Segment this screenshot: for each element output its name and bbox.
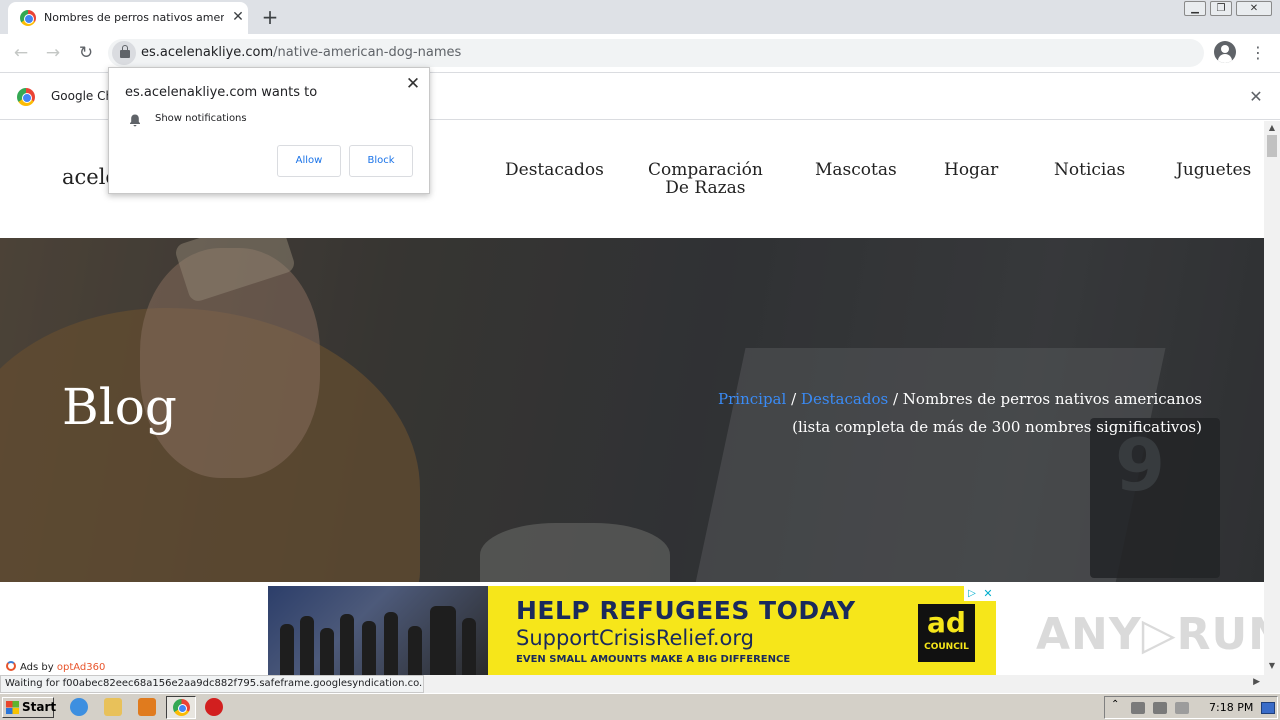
ad-logo-subtext: COUNCIL	[924, 642, 969, 652]
kebab-menu-icon[interactable]: ⋮	[1250, 41, 1266, 65]
media-player-icon[interactable]	[138, 698, 156, 716]
stop-sign-icon[interactable]	[205, 698, 223, 716]
ads-by-brand[interactable]: optAd360	[57, 662, 106, 673]
back-arrow-icon[interactable]: ←	[10, 42, 32, 64]
notification-permission-dialog: es.acelenakliye.com wants to ✕ Show noti…	[108, 67, 430, 194]
taskbar-chrome-button[interactable]	[166, 696, 196, 719]
infobar-close-icon[interactable]: ✕	[1246, 87, 1266, 107]
ad-banner[interactable]: HELP REFUGEES TODAY SupportCrisisRelief.…	[268, 586, 996, 675]
profile-avatar-icon[interactable]	[1214, 41, 1236, 63]
windows-logo-icon	[6, 701, 19, 714]
dialog-close-icon[interactable]: ✕	[403, 74, 423, 94]
action-center-flag-icon[interactable]	[1175, 702, 1189, 714]
tab-close-icon[interactable]: ✕	[230, 9, 246, 25]
ad-url: SupportCrisisRelief.org	[516, 626, 755, 650]
new-tab-button[interactable]: +	[258, 6, 282, 28]
ad-close-icon[interactable]: ✕	[980, 586, 996, 601]
ads-by-label[interactable]: Ads by optAd360	[6, 661, 105, 673]
clock[interactable]: 7:18 PM	[1209, 701, 1253, 714]
chrome-logo-icon	[17, 88, 35, 106]
hero-title: Blog	[62, 378, 177, 436]
block-button[interactable]: Block	[349, 145, 413, 177]
infobar-text: Google Ch	[51, 89, 114, 103]
start-label: Start	[22, 700, 57, 714]
chrome-taskbar-icon	[173, 699, 190, 716]
ad-headline: HELP REFUGEES TODAY	[516, 596, 856, 625]
breadcrumb-home-link[interactable]: Principal	[718, 390, 786, 408]
allow-button[interactable]: Allow	[277, 145, 341, 177]
scroll-down-arrow-icon[interactable]: ▼	[1264, 661, 1280, 673]
optad-logo-icon	[6, 661, 16, 671]
nav-link-comparacion[interactable]: Comparación De Razas	[648, 161, 763, 197]
volume-icon[interactable]	[1131, 702, 1145, 714]
ad-photo-figure	[320, 628, 334, 675]
nav-link-noticias[interactable]: Noticias	[1054, 161, 1125, 179]
permission-show-notifications: Show notifications	[155, 113, 247, 124]
hero-banner: 9 Blog Principal / Destacados / Nombres …	[0, 238, 1264, 582]
ad-photo-figure	[430, 606, 456, 675]
ad-photo-figure	[300, 616, 314, 675]
breadcrumb-separator: /	[791, 390, 797, 408]
horizontal-scrollbar[interactable]: ▶	[424, 675, 1280, 693]
minimize-icon: ▁	[1191, 3, 1199, 14]
ad-logo-text: ad	[927, 606, 966, 639]
start-button[interactable]: Start	[2, 697, 57, 718]
breadcrumb-section-link[interactable]: Destacados	[801, 390, 888, 408]
url-text[interactable]: es.acelenakliye.com/native-american-dog-…	[141, 45, 461, 60]
system-tray: ⌃ 7:18 PM	[1104, 696, 1278, 719]
anyrun-watermark: ANY▷RUN	[1036, 609, 1264, 660]
adchoices-icon[interactable]: ▷	[964, 586, 980, 601]
page-viewport: acele as Destacados Comparación De Razas…	[0, 121, 1264, 675]
network-icon[interactable]	[1153, 702, 1167, 714]
ad-photo-figure	[408, 626, 422, 675]
nav-link-hogar[interactable]: Hogar	[944, 161, 998, 179]
file-explorer-icon[interactable]	[104, 698, 122, 716]
internet-explorer-icon[interactable]	[70, 698, 88, 716]
ad-photo-figure	[340, 614, 354, 675]
forward-arrow-icon[interactable]: →	[42, 42, 64, 64]
lock-icon	[120, 45, 130, 58]
scroll-thumb[interactable]	[1267, 135, 1277, 157]
reload-icon[interactable]: ↻	[75, 42, 97, 64]
chrome-favicon-icon	[20, 10, 36, 26]
ad-photo-figure	[462, 618, 476, 675]
address-bar[interactable]: es.acelenakliye.com/native-american-dog-…	[108, 39, 1204, 67]
nav-link-juguetes[interactable]: Juguetes	[1176, 161, 1251, 179]
url-path: /native-american-dog-names	[273, 45, 462, 60]
browser-tab[interactable]: Nombres de perros nativos americanos ✕	[8, 2, 248, 34]
ad-subline: EVEN SMALL AMOUNTS MAKE A BIG DIFFERENCE	[516, 654, 791, 665]
ad-photo-refugees	[268, 586, 488, 675]
ad-photo-figure	[362, 621, 376, 675]
ads-by-prefix: Ads by	[20, 662, 54, 673]
tab-title: Nombres de perros nativos americanos	[44, 11, 224, 24]
window-close-button[interactable]: ✕	[1236, 1, 1272, 16]
permission-dialog-title: es.acelenakliye.com wants to	[125, 85, 318, 100]
ad-photo-figure	[280, 624, 294, 675]
nav-link-destacados[interactable]: Destacados	[505, 161, 604, 179]
url-host: es.acelenakliye.com	[141, 45, 274, 60]
close-icon: ✕	[1249, 3, 1259, 14]
ad-photo-figure	[384, 612, 398, 675]
nav-link-mascotas[interactable]: Mascotas	[815, 161, 897, 179]
breadcrumb-separator: /	[892, 390, 899, 408]
vertical-scrollbar[interactable]: ▲ ▼	[1264, 121, 1280, 675]
status-bubble: Waiting for f00abec82eec68a156e2aa9dc882…	[0, 675, 424, 693]
tab-strip: Nombres de perros nativos americanos ✕ +…	[0, 0, 1280, 34]
tray-expand-icon[interactable]: ⌃	[1111, 699, 1119, 710]
breadcrumb: Principal / Destacados / Nombres de perr…	[680, 385, 1202, 441]
window-restore-button[interactable]: ❐	[1210, 1, 1232, 16]
scroll-right-arrow-icon[interactable]: ▶	[1253, 677, 1260, 687]
window-minimize-button[interactable]: ▁	[1184, 1, 1206, 16]
scroll-up-arrow-icon[interactable]: ▲	[1264, 123, 1280, 135]
restore-icon: ❐	[1216, 3, 1226, 14]
ad-council-logo: ad COUNCIL	[918, 604, 975, 662]
bell-icon	[130, 114, 140, 127]
show-desktop-icon[interactable]	[1261, 702, 1275, 714]
windows-taskbar: Start ⌃ 7:18 PM	[0, 693, 1280, 720]
